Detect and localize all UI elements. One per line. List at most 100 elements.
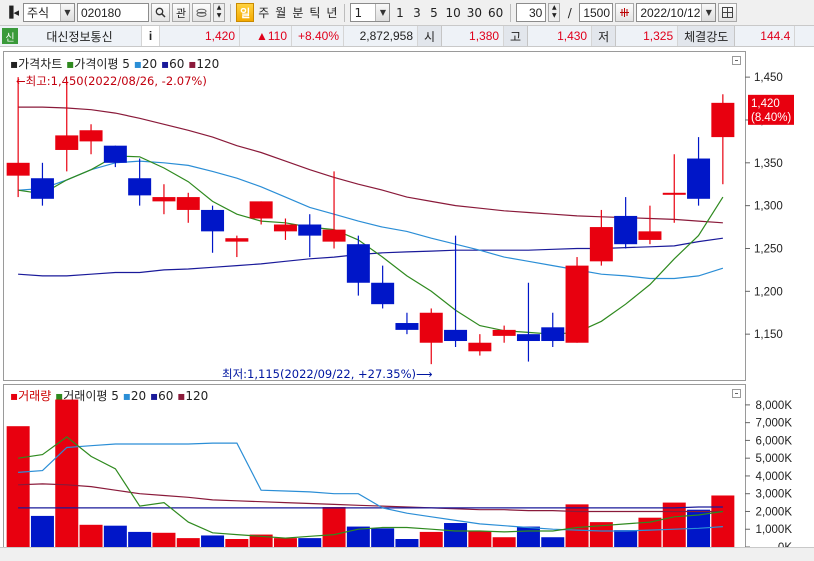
- pane-minimize-button[interactable]: [732, 389, 741, 398]
- chart-scroll-button[interactable]: [615, 3, 635, 22]
- chevron-down-icon[interactable]: ▼: [59, 4, 74, 21]
- open-label: 시: [418, 26, 443, 46]
- toolbar-divider: [230, 3, 232, 22]
- low-price: 1,325: [616, 26, 679, 46]
- unit-30-button[interactable]: 30: [465, 3, 484, 22]
- period-week-button[interactable]: 주: [256, 3, 271, 22]
- min-price-annotation: 최저:1,115(2022/09/22, +27.35%)⟶: [222, 367, 433, 381]
- stock-info-bar: 신 대신정보통신 i 1,420 ▲110 +8.40% 2,872,958 시…: [0, 26, 814, 47]
- volume-axis-label: 1,000K: [756, 524, 793, 536]
- strength-label: 체결강도: [678, 26, 736, 46]
- price-axis-label: 1,150: [754, 329, 783, 341]
- period-minute-button[interactable]: 분: [290, 3, 305, 22]
- volume-chart-pane[interactable]: ▪거래량 ▪거래이평 5 ▪20 ▪60 ▪120: [3, 384, 746, 548]
- stock-info-button[interactable]: i: [142, 26, 160, 46]
- open-price: 1,380: [442, 26, 505, 46]
- unit-5-button[interactable]: 5: [426, 3, 441, 22]
- layers-icon: [196, 8, 207, 17]
- stock-spin-control[interactable]: ▲ ▼: [213, 3, 226, 22]
- stock-code-input[interactable]: 020180: [76, 3, 149, 22]
- scroll-handle-icon: [620, 8, 630, 17]
- unit-10-button[interactable]: 10: [443, 3, 462, 22]
- volume-chart-title: 거래량: [18, 389, 52, 403]
- toolbar-divider: [510, 3, 512, 22]
- interest-button[interactable]: 관: [171, 3, 191, 22]
- related-stocks-button[interactable]: [192, 3, 212, 22]
- last-price-tag: [748, 94, 794, 125]
- display-count-input[interactable]: 30: [516, 3, 547, 22]
- volume-axis-label: 7,000K: [756, 418, 793, 430]
- price-chart-pane[interactable]: ▪가격차트 ▪가격이평 5 ▪20 ▪60 ▪120 ←최고:1,450(202…: [3, 51, 746, 381]
- volume-axis-label: 8,000K: [756, 400, 793, 412]
- unit-1-button[interactable]: 1: [392, 3, 407, 22]
- volume-ma20-period: 20: [130, 389, 147, 403]
- legend-volume-mark: ▪: [10, 389, 19, 403]
- legend-vma5-mark: ▪: [55, 389, 64, 403]
- trade-volume: 2,872,958: [344, 26, 418, 46]
- toolbar-divider: [344, 3, 346, 22]
- legend-ma60-mark: ▪: [161, 57, 170, 71]
- chart-time-axis: [0, 547, 814, 561]
- display-count-spin[interactable]: ▲ ▼: [548, 3, 561, 22]
- unit-select-value: 1: [354, 5, 363, 20]
- market-badge: 신: [2, 28, 18, 44]
- unit-3-button[interactable]: 3: [409, 3, 424, 22]
- price-change: ▲110: [240, 26, 292, 46]
- unit-select[interactable]: 1 ▼: [350, 3, 391, 22]
- price-chart-title: 가격차트: [18, 57, 63, 71]
- trade-strength: 144.4: [735, 26, 796, 46]
- price-ma-label: 가격이평: [74, 57, 119, 71]
- volume-legend: ▪거래량 ▪거래이평 5 ▪20 ▪60 ▪120: [10, 387, 208, 404]
- period-tick-button[interactable]: 틱: [307, 3, 322, 22]
- legend-vma60-mark: ▪: [149, 389, 159, 403]
- price-ma120-period: 120: [196, 57, 220, 71]
- chart-menu-icon[interactable]: ▐◂: [3, 3, 21, 22]
- volume-axis-label: 5,000K: [756, 453, 793, 465]
- high-price: 1,430: [528, 26, 593, 46]
- price-axis-label: 1,300: [754, 201, 783, 213]
- chevron-down-icon[interactable]: ▼: [375, 4, 390, 21]
- low-label: 저: [592, 26, 617, 46]
- volume-axis-label: 6,000K: [756, 435, 793, 447]
- volume-axis-label: 2,000K: [756, 506, 793, 518]
- market-type-select[interactable]: 주식 ▼: [22, 3, 75, 22]
- last-price-tag-value: 1,420: [751, 98, 780, 110]
- chart-toolbar: ▐◂ 주식 ▼ 020180 관 ▲ ▼ 일 주 월 분 틱 년 1 ▼ 1 3 …: [0, 0, 814, 26]
- chart-settings-button[interactable]: [718, 3, 738, 22]
- price-axis-label: 1,450: [754, 72, 783, 84]
- date-select[interactable]: 2022/10/12 ▼: [636, 3, 717, 22]
- period-month-button[interactable]: 월: [273, 3, 288, 22]
- stock-name: 대신정보통신: [18, 26, 142, 46]
- volume-ma60-period: 60: [158, 389, 174, 403]
- period-day-button[interactable]: 일: [236, 3, 255, 22]
- high-label: 고: [504, 26, 529, 46]
- chevron-down-icon[interactable]: ▼: [701, 4, 716, 21]
- pane-minimize-button[interactable]: [732, 56, 741, 65]
- legend-ma20-mark: ▪: [133, 57, 142, 71]
- total-count-input[interactable]: 1500: [579, 3, 614, 22]
- legend-mark: ▪: [10, 57, 19, 71]
- change-rate: +8.40%: [292, 26, 344, 46]
- period-year-button[interactable]: 년: [324, 3, 339, 22]
- price-ma20-period: 20: [141, 57, 158, 71]
- price-axis-label: 1,400: [754, 115, 783, 127]
- price-axis-label: 1,350: [754, 158, 783, 170]
- price-legend: ▪가격차트 ▪가격이평 5 ▪20 ▪60 ▪120: [10, 55, 219, 72]
- price-ma5-period: 5: [122, 57, 130, 71]
- volume-ma-label: 거래이평: [63, 389, 108, 403]
- legend-vma20-mark: ▪: [122, 389, 131, 403]
- grid-icon: [722, 7, 734, 18]
- search-button[interactable]: [150, 3, 170, 22]
- price-axis-label: 1,200: [754, 286, 783, 298]
- last-price-tag-rate: (8.40%): [751, 112, 791, 124]
- price-ma60-period: 60: [169, 57, 185, 71]
- search-icon: [155, 7, 166, 18]
- current-price: 1,420: [160, 26, 240, 46]
- date-value: 2022/10/12: [640, 5, 701, 20]
- market-type-value: 주식: [26, 6, 50, 20]
- volume-ma120-period: 120: [185, 389, 209, 403]
- volume-axis-label: 3,000K: [756, 489, 793, 501]
- count-separator: /: [567, 5, 572, 20]
- volume-ma5-period: 5: [111, 389, 119, 403]
- unit-60-button[interactable]: 60: [486, 3, 505, 22]
